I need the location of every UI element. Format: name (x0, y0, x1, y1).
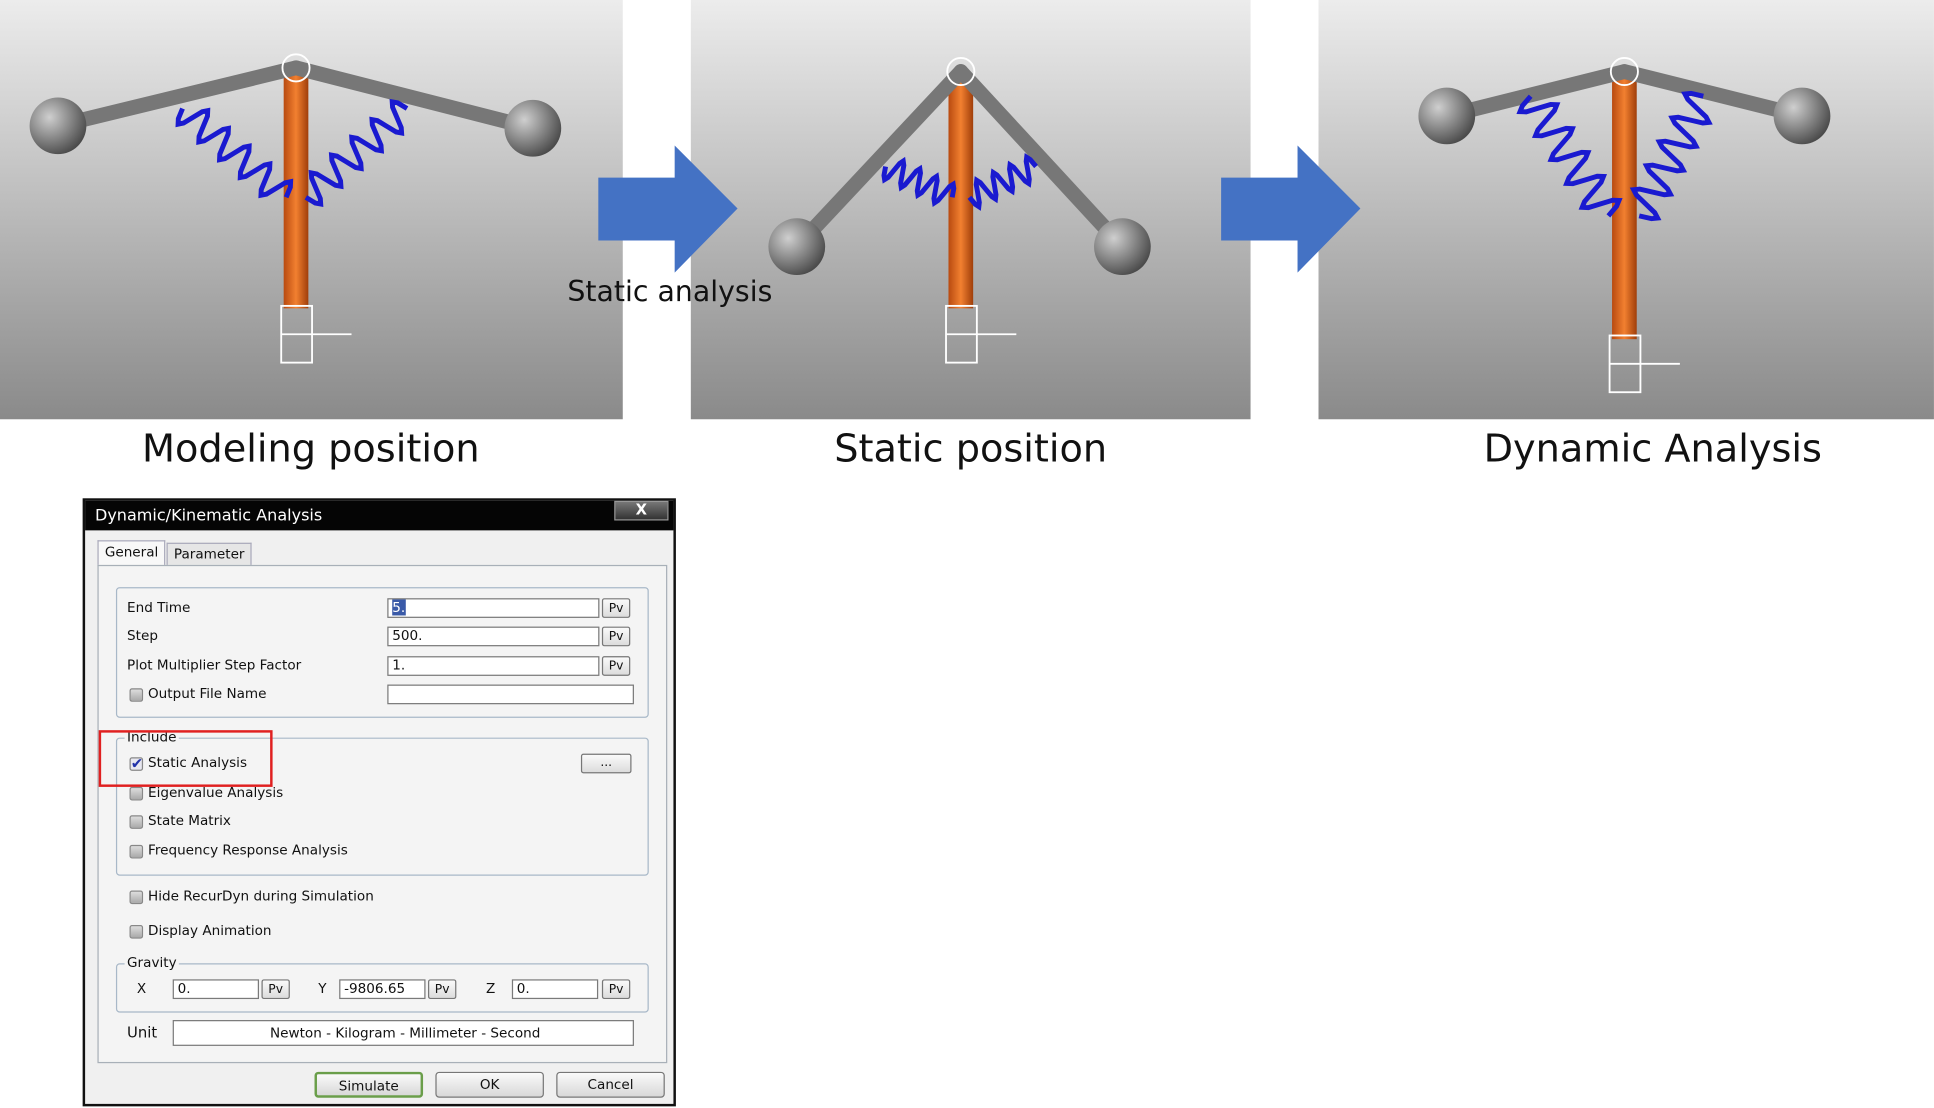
tab-general[interactable]: General (97, 540, 166, 567)
arrow-right-icon (1221, 145, 1361, 273)
caption-dynamic-analysis: Dynamic Analysis (1483, 426, 1822, 472)
tab-parameter[interactable]: Parameter (166, 542, 252, 567)
cancel-button[interactable]: Cancel (556, 1071, 665, 1098)
highlight-box (98, 730, 273, 787)
close-button[interactable]: X (614, 500, 669, 521)
output-file-input[interactable] (387, 684, 634, 705)
gravity-z-pv-button[interactable]: Pv (601, 979, 631, 1000)
eigenvalue-analysis-checkbox[interactable] (129, 786, 144, 801)
ball (768, 218, 826, 276)
ball (1418, 87, 1476, 145)
modeling-position-view (0, 0, 623, 420)
step-input[interactable]: 500. (387, 626, 600, 647)
end-time-label: End Time (127, 599, 191, 616)
unit-field[interactable]: Newton - Kilogram - Millimeter - Second (172, 1020, 634, 1046)
display-animation-checkbox[interactable] (129, 925, 144, 939)
output-file-checkbox[interactable] (129, 688, 144, 702)
end-time-input[interactable]: 5. (387, 598, 600, 618)
ball (504, 99, 562, 157)
caption-modeling-position: Modeling position (142, 426, 480, 472)
output-file-label: Output File Name (148, 685, 267, 702)
static-analysis-options-button[interactable]: ... (580, 753, 632, 774)
ball (29, 97, 87, 155)
caption-static-position: Static position (834, 426, 1108, 472)
gravity-y-pv-button[interactable]: Pv (427, 979, 457, 1000)
step-label: Step (127, 627, 158, 644)
plot-multiplier-input[interactable]: 1. (387, 656, 600, 676)
arrow-right-icon (598, 145, 738, 273)
display-animation-label: Display Animation (148, 922, 272, 939)
gravity-z-input[interactable]: 0. (511, 979, 599, 1000)
static-position-view (690, 0, 1251, 420)
step-pv-button[interactable]: Pv (601, 626, 631, 647)
gravity-z-label: Z (485, 980, 496, 997)
gravity-x-input[interactable]: 0. (172, 979, 260, 1000)
simulate-button[interactable]: Simulate (314, 1071, 424, 1098)
state-matrix-checkbox[interactable] (129, 815, 144, 829)
plot-multiplier-pv-button[interactable]: Pv (601, 656, 631, 676)
ok-button[interactable]: OK (435, 1071, 544, 1098)
plot-multiplier-label: Plot Multiplier Step Factor (127, 657, 302, 674)
dynamic-kinematic-analysis-dialog: Dynamic/Kinematic Analysis X General Par… (82, 498, 676, 1107)
end-time-pv-button[interactable]: Pv (601, 598, 631, 618)
unit-label: Unit (127, 1023, 158, 1041)
ball (1094, 218, 1151, 276)
gravity-x-label: X (136, 980, 147, 997)
dynamic-analysis-view (1318, 0, 1934, 420)
dialog-title: Dynamic/Kinematic Analysis (85, 500, 674, 531)
gravity-legend: Gravity (124, 954, 180, 971)
hide-recurdyn-label: Hide RecurDyn during Simulation (148, 888, 374, 905)
hide-recurdyn-checkbox[interactable] (129, 890, 144, 905)
gravity-x-pv-button[interactable]: Pv (261, 979, 290, 1000)
frequency-response-checkbox[interactable] (129, 844, 144, 859)
ball (1773, 87, 1831, 145)
state-matrix-label: State Matrix (148, 812, 231, 829)
gravity-y-label: Y (318, 980, 327, 997)
gravity-y-input[interactable]: -9806.65 (339, 979, 426, 1000)
frequency-response-label: Frequency Response Analysis (148, 842, 348, 859)
arrow-label: Static analysis (567, 276, 773, 309)
